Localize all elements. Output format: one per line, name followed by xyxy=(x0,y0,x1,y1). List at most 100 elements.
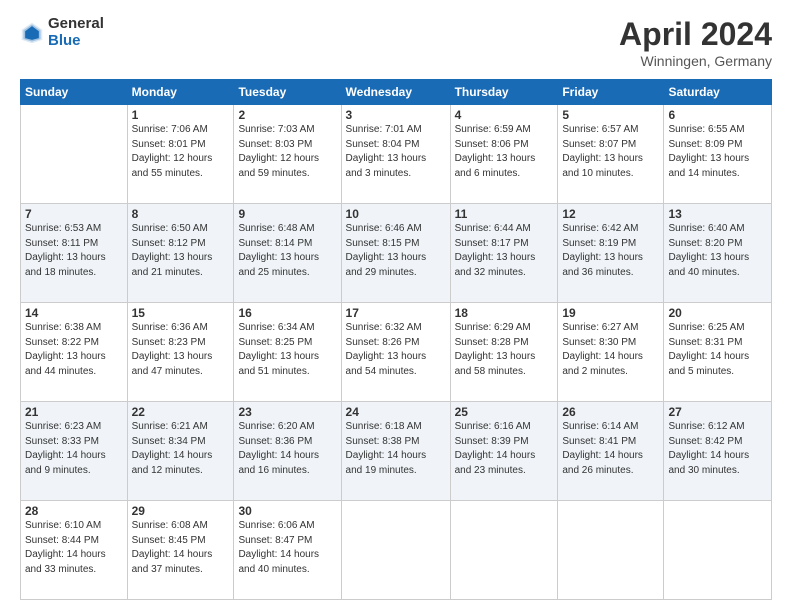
day-cell: 8Sunrise: 6:50 AMSunset: 8:12 PMDaylight… xyxy=(127,204,234,303)
day-number: 11 xyxy=(455,207,554,221)
day-info: Sunrise: 6:34 AMSunset: 8:25 PMDaylight:… xyxy=(238,321,336,379)
day-number: 22 xyxy=(132,405,230,419)
day-info: Sunrise: 6:48 AMSunset: 8:14 PMDaylight:… xyxy=(238,222,336,280)
day-number: 8 xyxy=(132,207,230,221)
day-info: Sunrise: 6:25 AMSunset: 8:31 PMDaylight:… xyxy=(668,321,767,379)
day-number: 27 xyxy=(668,405,767,419)
day-cell: 13Sunrise: 6:40 AMSunset: 8:20 PMDayligh… xyxy=(664,204,772,303)
day-info: Sunrise: 6:46 AMSunset: 8:15 PMDaylight:… xyxy=(346,222,446,280)
day-info: Sunrise: 6:18 AMSunset: 8:38 PMDaylight:… xyxy=(346,420,446,478)
day-info: Sunrise: 6:06 AMSunset: 8:47 PMDaylight:… xyxy=(238,519,336,577)
day-info: Sunrise: 7:01 AMSunset: 8:04 PMDaylight:… xyxy=(346,123,446,181)
title-block: April 2024 Winningen, Germany xyxy=(619,16,772,69)
day-info: Sunrise: 6:21 AMSunset: 8:34 PMDaylight:… xyxy=(132,420,230,478)
day-cell: 6Sunrise: 6:55 AMSunset: 8:09 PMDaylight… xyxy=(664,105,772,204)
header-row: Sunday Monday Tuesday Wednesday Thursday… xyxy=(21,80,772,105)
day-cell: 9Sunrise: 6:48 AMSunset: 8:14 PMDaylight… xyxy=(234,204,341,303)
day-cell: 12Sunrise: 6:42 AMSunset: 8:19 PMDayligh… xyxy=(558,204,664,303)
logo-text: General Blue xyxy=(48,16,104,49)
day-number: 6 xyxy=(668,108,767,122)
day-cell: 4Sunrise: 6:59 AMSunset: 8:06 PMDaylight… xyxy=(450,105,558,204)
day-info: Sunrise: 6:44 AMSunset: 8:17 PMDaylight:… xyxy=(455,222,554,280)
day-cell: 21Sunrise: 6:23 AMSunset: 8:33 PMDayligh… xyxy=(21,402,128,501)
day-number: 21 xyxy=(25,405,123,419)
page: General Blue April 2024 Winningen, Germa… xyxy=(0,0,792,612)
header: General Blue April 2024 Winningen, Germa… xyxy=(20,16,772,69)
day-number: 20 xyxy=(668,306,767,320)
subtitle: Winningen, Germany xyxy=(619,53,772,69)
day-info: Sunrise: 6:20 AMSunset: 8:36 PMDaylight:… xyxy=(238,420,336,478)
day-cell: 16Sunrise: 6:34 AMSunset: 8:25 PMDayligh… xyxy=(234,303,341,402)
day-number: 25 xyxy=(455,405,554,419)
day-number: 2 xyxy=(238,108,336,122)
day-number: 28 xyxy=(25,504,123,518)
day-info: Sunrise: 7:06 AMSunset: 8:01 PMDaylight:… xyxy=(132,123,230,181)
day-number: 15 xyxy=(132,306,230,320)
day-cell: 1Sunrise: 7:06 AMSunset: 8:01 PMDaylight… xyxy=(127,105,234,204)
week-row-3: 14Sunrise: 6:38 AMSunset: 8:22 PMDayligh… xyxy=(21,303,772,402)
day-info: Sunrise: 6:12 AMSunset: 8:42 PMDaylight:… xyxy=(668,420,767,478)
day-cell: 24Sunrise: 6:18 AMSunset: 8:38 PMDayligh… xyxy=(341,402,450,501)
day-cell: 18Sunrise: 6:29 AMSunset: 8:28 PMDayligh… xyxy=(450,303,558,402)
day-cell: 2Sunrise: 7:03 AMSunset: 8:03 PMDaylight… xyxy=(234,105,341,204)
logo: General Blue xyxy=(20,16,104,49)
day-cell xyxy=(21,105,128,204)
day-cell: 20Sunrise: 6:25 AMSunset: 8:31 PMDayligh… xyxy=(664,303,772,402)
day-cell: 30Sunrise: 6:06 AMSunset: 8:47 PMDayligh… xyxy=(234,501,341,600)
day-info: Sunrise: 6:10 AMSunset: 8:44 PMDaylight:… xyxy=(25,519,123,577)
day-info: Sunrise: 6:36 AMSunset: 8:23 PMDaylight:… xyxy=(132,321,230,379)
day-info: Sunrise: 6:14 AMSunset: 8:41 PMDaylight:… xyxy=(562,420,659,478)
day-number: 30 xyxy=(238,504,336,518)
day-cell: 27Sunrise: 6:12 AMSunset: 8:42 PMDayligh… xyxy=(664,402,772,501)
day-number: 7 xyxy=(25,207,123,221)
day-info: Sunrise: 6:38 AMSunset: 8:22 PMDaylight:… xyxy=(25,321,123,379)
day-info: Sunrise: 6:27 AMSunset: 8:30 PMDaylight:… xyxy=(562,321,659,379)
day-cell: 25Sunrise: 6:16 AMSunset: 8:39 PMDayligh… xyxy=(450,402,558,501)
day-info: Sunrise: 6:08 AMSunset: 8:45 PMDaylight:… xyxy=(132,519,230,577)
day-info: Sunrise: 6:29 AMSunset: 8:28 PMDaylight:… xyxy=(455,321,554,379)
day-number: 29 xyxy=(132,504,230,518)
day-number: 23 xyxy=(238,405,336,419)
day-number: 3 xyxy=(346,108,446,122)
day-cell xyxy=(341,501,450,600)
day-number: 4 xyxy=(455,108,554,122)
day-number: 9 xyxy=(238,207,336,221)
day-cell: 7Sunrise: 6:53 AMSunset: 8:11 PMDaylight… xyxy=(21,204,128,303)
day-info: Sunrise: 6:42 AMSunset: 8:19 PMDaylight:… xyxy=(562,222,659,280)
day-number: 12 xyxy=(562,207,659,221)
day-cell xyxy=(664,501,772,600)
header-sunday: Sunday xyxy=(21,80,128,105)
day-cell: 3Sunrise: 7:01 AMSunset: 8:04 PMDaylight… xyxy=(341,105,450,204)
week-row-4: 21Sunrise: 6:23 AMSunset: 8:33 PMDayligh… xyxy=(21,402,772,501)
logo-blue: Blue xyxy=(48,33,104,50)
day-number: 17 xyxy=(346,306,446,320)
main-title: April 2024 xyxy=(619,16,772,53)
day-info: Sunrise: 6:50 AMSunset: 8:12 PMDaylight:… xyxy=(132,222,230,280)
day-cell: 15Sunrise: 6:36 AMSunset: 8:23 PMDayligh… xyxy=(127,303,234,402)
logo-icon xyxy=(20,21,44,45)
header-thursday: Thursday xyxy=(450,80,558,105)
day-number: 24 xyxy=(346,405,446,419)
day-number: 26 xyxy=(562,405,659,419)
day-cell xyxy=(558,501,664,600)
day-cell: 29Sunrise: 6:08 AMSunset: 8:45 PMDayligh… xyxy=(127,501,234,600)
day-info: Sunrise: 6:53 AMSunset: 8:11 PMDaylight:… xyxy=(25,222,123,280)
day-number: 16 xyxy=(238,306,336,320)
header-saturday: Saturday xyxy=(664,80,772,105)
day-number: 13 xyxy=(668,207,767,221)
day-info: Sunrise: 6:55 AMSunset: 8:09 PMDaylight:… xyxy=(668,123,767,181)
day-info: Sunrise: 6:23 AMSunset: 8:33 PMDaylight:… xyxy=(25,420,123,478)
day-info: Sunrise: 6:16 AMSunset: 8:39 PMDaylight:… xyxy=(455,420,554,478)
header-friday: Friday xyxy=(558,80,664,105)
header-tuesday: Tuesday xyxy=(234,80,341,105)
day-number: 14 xyxy=(25,306,123,320)
day-number: 10 xyxy=(346,207,446,221)
day-cell xyxy=(450,501,558,600)
week-row-5: 28Sunrise: 6:10 AMSunset: 8:44 PMDayligh… xyxy=(21,501,772,600)
day-number: 18 xyxy=(455,306,554,320)
day-cell: 14Sunrise: 6:38 AMSunset: 8:22 PMDayligh… xyxy=(21,303,128,402)
day-cell: 28Sunrise: 6:10 AMSunset: 8:44 PMDayligh… xyxy=(21,501,128,600)
day-number: 19 xyxy=(562,306,659,320)
week-row-1: 1Sunrise: 7:06 AMSunset: 8:01 PMDaylight… xyxy=(21,105,772,204)
logo-general: General xyxy=(48,16,104,33)
